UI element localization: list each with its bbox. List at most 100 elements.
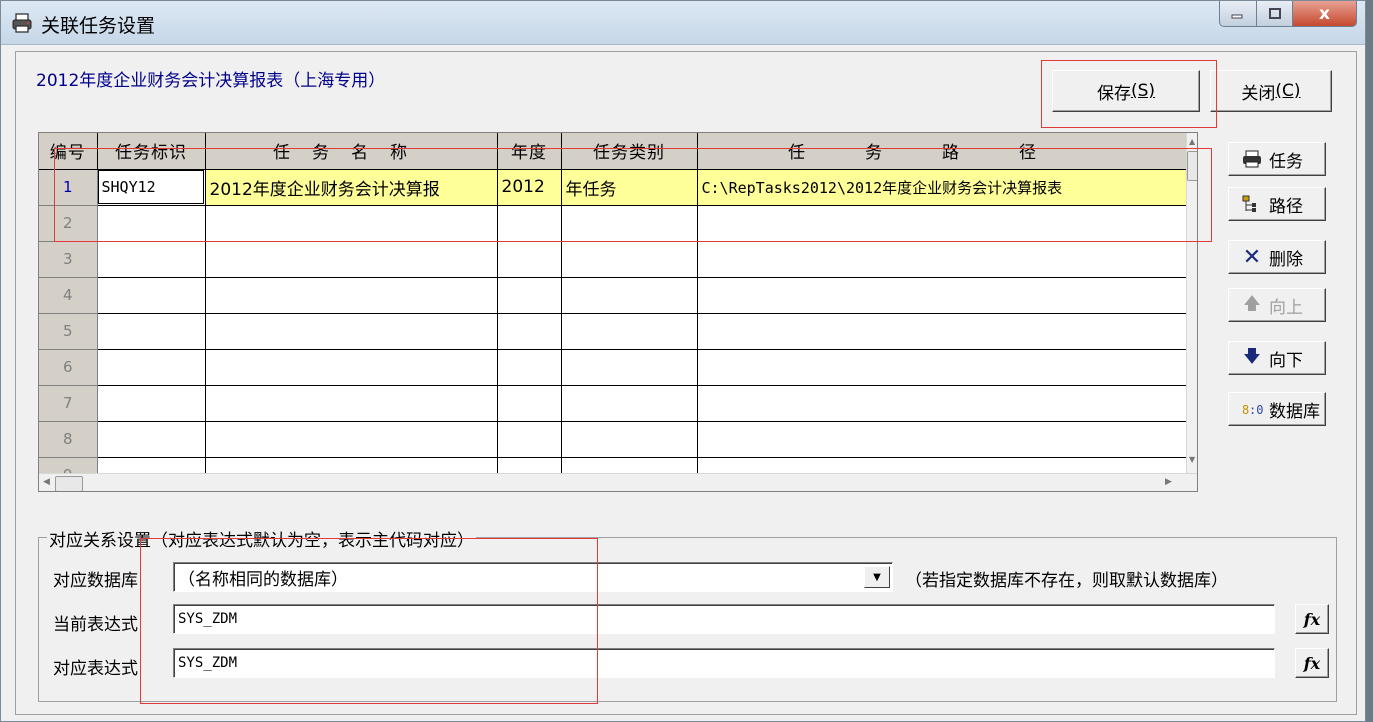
- task-type-cell[interactable]: [561, 205, 698, 242]
- chevron-down-icon[interactable]: ▼: [864, 566, 890, 588]
- table-row[interactable]: 6: [39, 349, 1188, 386]
- minimize-icon: [1231, 14, 1243, 18]
- task-name-cell[interactable]: [205, 349, 498, 386]
- task-id-cell[interactable]: [97, 385, 206, 422]
- database-select-value: （名称相同的数据库）: [178, 569, 348, 590]
- task-grid[interactable]: 编号 任务标识 任务名称 年度 任务类别 任务路径 1 SHQY12 2012年…: [38, 132, 1198, 492]
- path-button-label: 路径: [1269, 196, 1303, 217]
- current-expression-input[interactable]: SYS_ZDM: [173, 604, 1275, 634]
- task-path-cell[interactable]: [697, 241, 1188, 278]
- row-number[interactable]: 6: [39, 349, 98, 386]
- task-path-cell[interactable]: [697, 349, 1188, 386]
- mapping-settings-group: 对应关系设置（对应表达式默认为空，表示主代码对应） 对应数据库 （名称相同的数据…: [38, 526, 1337, 702]
- function-icon: fx: [1303, 609, 1321, 629]
- task-name-cell[interactable]: [205, 313, 498, 350]
- row-number[interactable]: 1: [39, 169, 98, 206]
- task-type-cell[interactable]: [561, 313, 698, 350]
- dialog-client: 2012年度企业财务会计决算报表（上海专用） 保存 (S) 关闭 (C) 编号 …: [15, 51, 1357, 715]
- task-type-cell[interactable]: [561, 277, 698, 314]
- row-number[interactable]: 8: [39, 421, 98, 458]
- table-row[interactable]: 5: [39, 313, 1188, 350]
- save-button[interactable]: 保存 (S): [1052, 70, 1200, 112]
- maximize-button[interactable]: [1257, 1, 1293, 27]
- task-path-cell[interactable]: [697, 205, 1188, 242]
- move-up-button[interactable]: 🡅 向上: [1228, 288, 1326, 322]
- row-number[interactable]: 4: [39, 277, 98, 314]
- year-cell[interactable]: [497, 205, 562, 242]
- target-expression-fx-button[interactable]: fx: [1295, 648, 1329, 678]
- delete-button-label: 删除: [1269, 249, 1303, 270]
- row-number[interactable]: 7: [39, 385, 98, 422]
- delete-button[interactable]: ✕ 删除: [1228, 240, 1326, 274]
- task-id-cell[interactable]: [97, 241, 206, 278]
- database-button[interactable]: 8 :0 数据库: [1228, 392, 1326, 426]
- year-cell[interactable]: [497, 241, 562, 278]
- vertical-scrollbar[interactable]: ▲ ▼: [1186, 133, 1197, 473]
- year-cell[interactable]: [497, 313, 562, 350]
- row-number[interactable]: 2: [39, 205, 98, 242]
- task-type-cell[interactable]: [561, 421, 698, 458]
- task-path-cell[interactable]: [697, 277, 1188, 314]
- year-cell[interactable]: [497, 277, 562, 314]
- task-type-cell[interactable]: [561, 349, 698, 386]
- move-down-button[interactable]: 🡇 向下: [1228, 341, 1326, 375]
- task-id-cell[interactable]: [97, 277, 206, 314]
- minimize-button[interactable]: [1219, 1, 1257, 27]
- task-path-cell[interactable]: [697, 421, 1188, 458]
- scroll-right-arrow-icon[interactable]: ▶: [1165, 477, 1172, 487]
- scroll-up-arrow-icon[interactable]: ▲: [1189, 137, 1195, 146]
- task-name-cell[interactable]: [205, 241, 498, 278]
- task-id-cell[interactable]: [97, 421, 206, 458]
- row-number[interactable]: 3: [39, 241, 98, 278]
- horizontal-scroll-thumb[interactable]: [55, 476, 83, 491]
- year-cell[interactable]: [497, 385, 562, 422]
- close-button[interactable]: 关闭 (C): [1210, 70, 1332, 112]
- scroll-down-arrow-icon[interactable]: ▼: [1189, 455, 1195, 464]
- task-id-cell[interactable]: [97, 205, 206, 242]
- header-task-type[interactable]: 任务类别: [561, 133, 698, 170]
- target-expression-input[interactable]: SYS_ZDM: [173, 648, 1275, 678]
- header-year[interactable]: 年度: [497, 133, 562, 170]
- task-path-cell[interactable]: C:\RepTasks2012\2012年度企业财务会计决算报表: [697, 169, 1188, 206]
- current-expression-fx-button[interactable]: fx: [1295, 604, 1329, 634]
- header-task-name[interactable]: 任务名称: [205, 133, 498, 170]
- task-name-cell[interactable]: [205, 385, 498, 422]
- table-row[interactable]: 4: [39, 277, 1188, 314]
- task-path-cell[interactable]: [697, 313, 1188, 350]
- table-row[interactable]: 2: [39, 205, 1188, 242]
- vertical-scroll-thumb[interactable]: [1187, 151, 1197, 181]
- header-number[interactable]: 编号: [39, 133, 98, 170]
- table-row[interactable]: 7: [39, 385, 1188, 422]
- task-name-cell[interactable]: [205, 205, 498, 242]
- task-id-cell[interactable]: [97, 349, 206, 386]
- header-task-path[interactable]: 任务路径: [697, 133, 1188, 170]
- mapping-settings-legend: 对应关系设置（对应表达式默认为空，表示主代码对应）: [47, 526, 476, 551]
- table-row[interactable]: 8: [39, 421, 1188, 458]
- header-task-id[interactable]: 任务标识: [97, 133, 206, 170]
- maximize-icon: [1268, 7, 1281, 19]
- task-name-cell[interactable]: [205, 421, 498, 458]
- year-cell[interactable]: [497, 349, 562, 386]
- task-id-cell[interactable]: [97, 313, 206, 350]
- current-expression-value: SYS_ZDM: [178, 611, 238, 627]
- table-row[interactable]: 1 SHQY12 2012年度企业财务会计决算报 2012 年任务 C:\Rep…: [39, 169, 1188, 206]
- title-bar[interactable]: 关联任务设置 x: [1, 1, 1365, 45]
- horizontal-scrollbar[interactable]: ◀ ▶: [39, 473, 1197, 491]
- year-cell[interactable]: 2012: [497, 169, 562, 206]
- year-cell[interactable]: [497, 421, 562, 458]
- row-number[interactable]: 5: [39, 313, 98, 350]
- task-type-cell[interactable]: 年任务: [561, 169, 698, 206]
- database-hint: （若指定数据库不存在，则取默认数据库）: [905, 571, 1228, 591]
- path-button[interactable]: 路径: [1228, 187, 1326, 221]
- task-button[interactable]: 任务: [1228, 142, 1326, 176]
- table-row[interactable]: 3: [39, 241, 1188, 278]
- task-id-cell[interactable]: SHQY12: [97, 169, 206, 206]
- database-select[interactable]: （名称相同的数据库） ▼: [173, 562, 893, 592]
- task-name-cell[interactable]: 2012年度企业财务会计决算报: [205, 169, 498, 206]
- task-name-cell[interactable]: [205, 277, 498, 314]
- close-window-button[interactable]: x: [1293, 1, 1357, 27]
- task-type-cell[interactable]: [561, 385, 698, 422]
- task-path-cell[interactable]: [697, 385, 1188, 422]
- task-type-cell[interactable]: [561, 241, 698, 278]
- scroll-left-arrow-icon[interactable]: ◀: [43, 477, 50, 487]
